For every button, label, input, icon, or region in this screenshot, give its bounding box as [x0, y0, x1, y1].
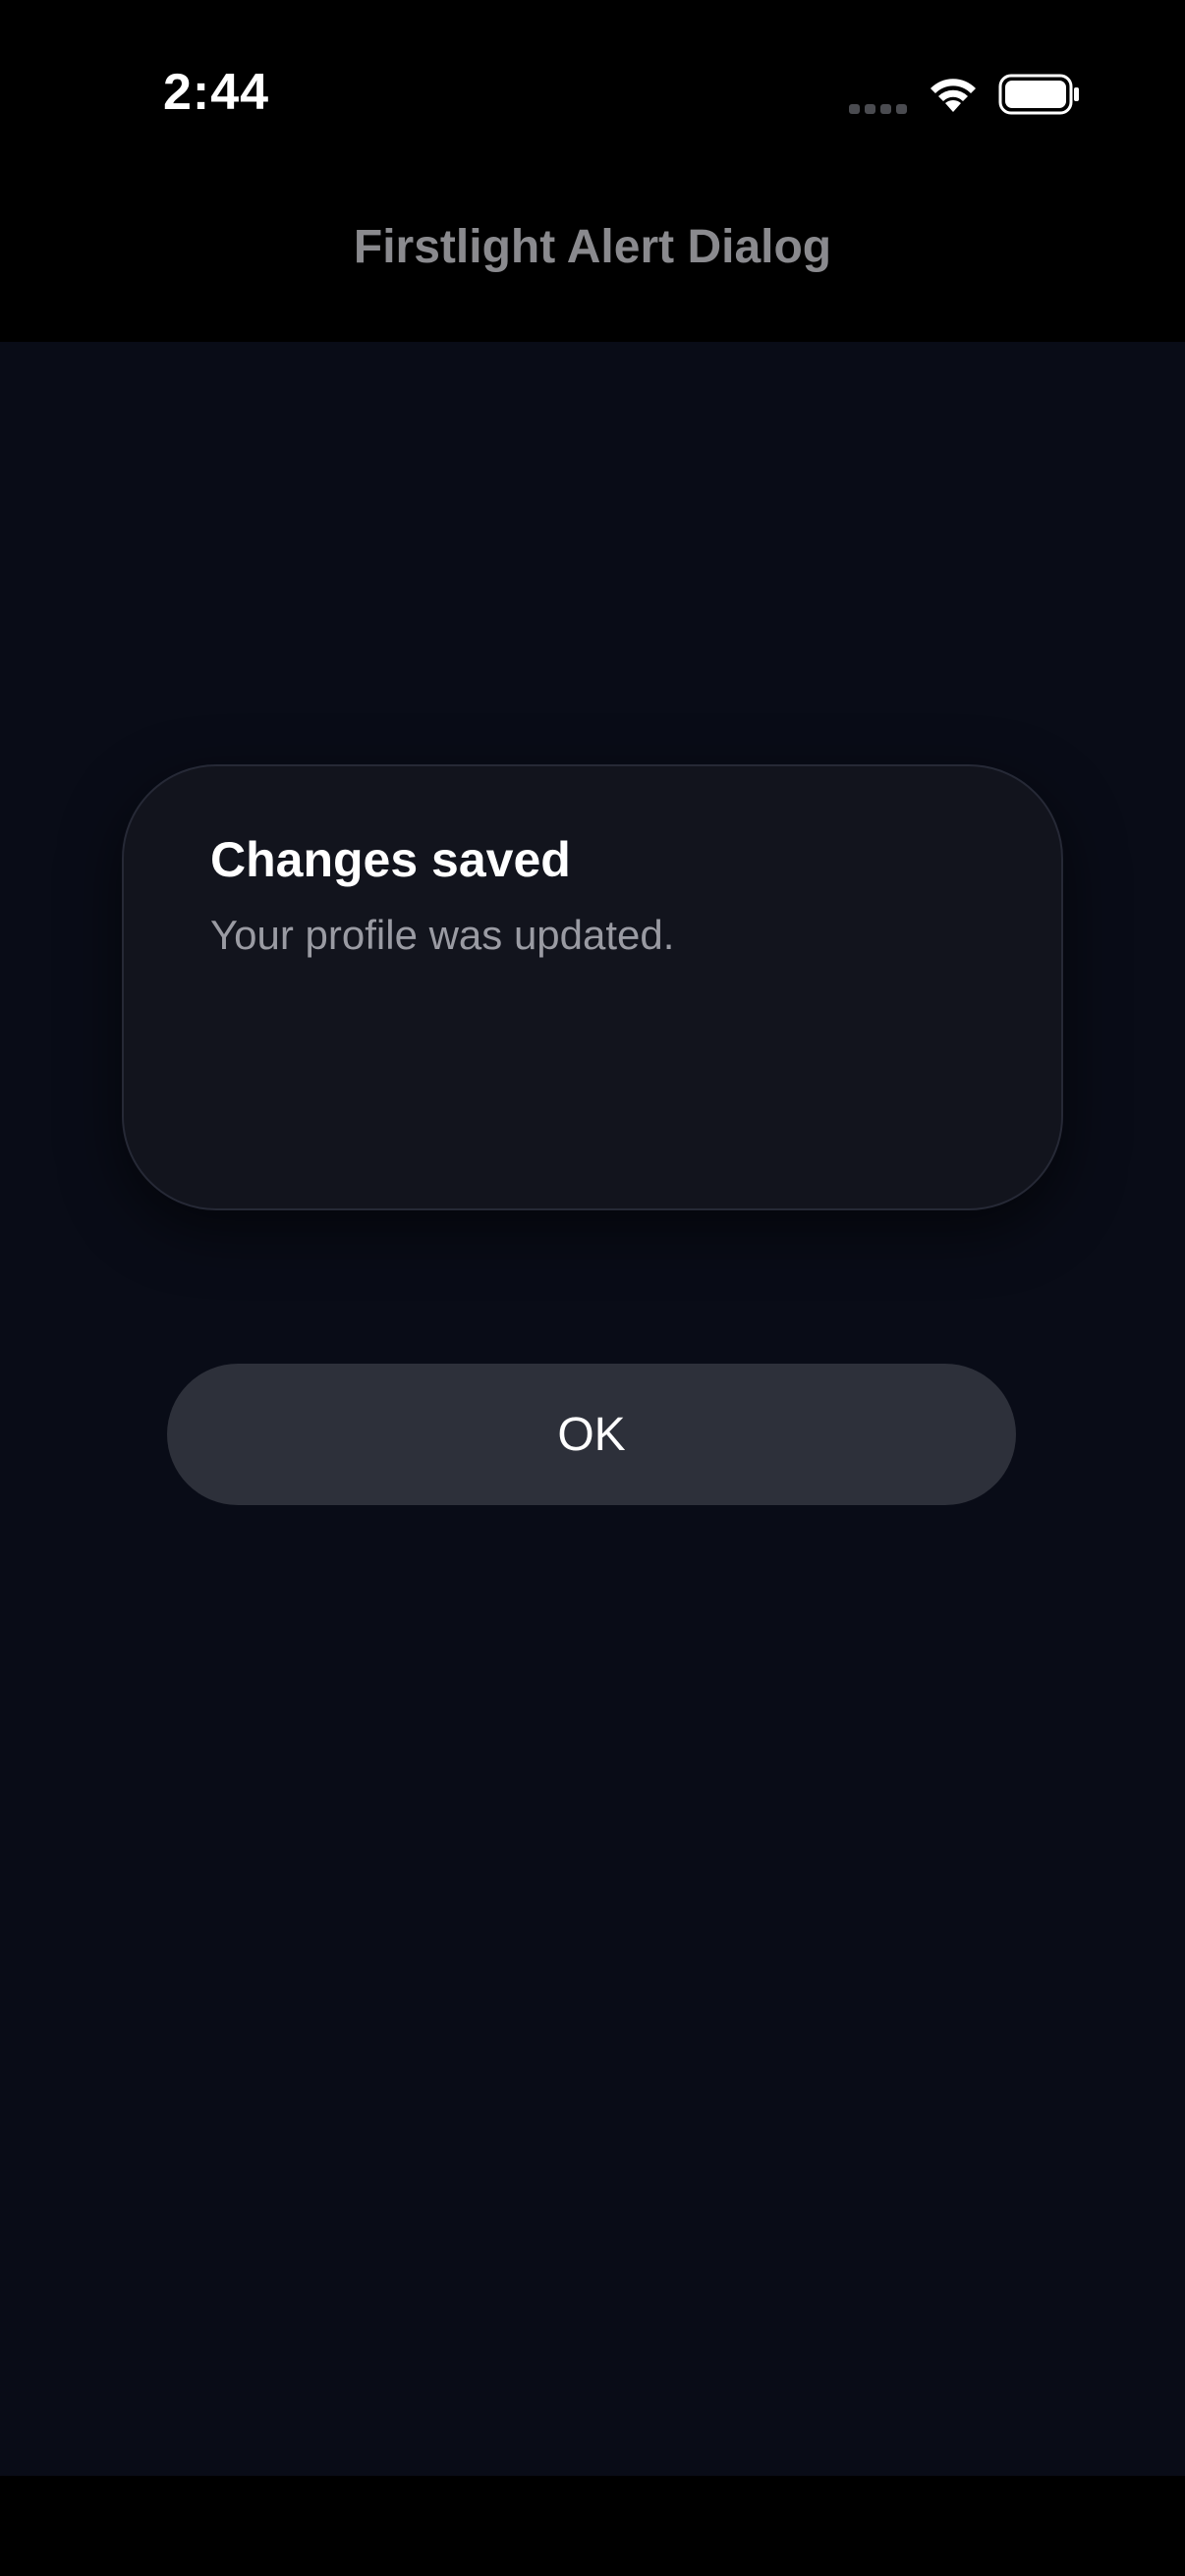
dialog-title: Changes saved [210, 832, 571, 887]
alert-dialog: Changes saved Your profile was updated. [122, 764, 1063, 1210]
wifi-icon [931, 79, 976, 112]
nav-header: Firstlight Alert Dialog [0, 196, 1185, 342]
bottom-bar [0, 2476, 1185, 2576]
status-bar: 2:44 [0, 0, 1185, 196]
signal-dots-icon [849, 104, 907, 114]
app-screen: 2:44 Firstlight Alert Dialog Changes sav… [0, 0, 1185, 2576]
dialog-message: Your profile was updated. [210, 912, 675, 958]
page-title: Firstlight Alert Dialog [353, 221, 832, 273]
status-time: 2:44 [163, 64, 270, 121]
battery-icon [998, 74, 1079, 115]
ok-button[interactable]: OK [167, 1364, 1016, 1505]
